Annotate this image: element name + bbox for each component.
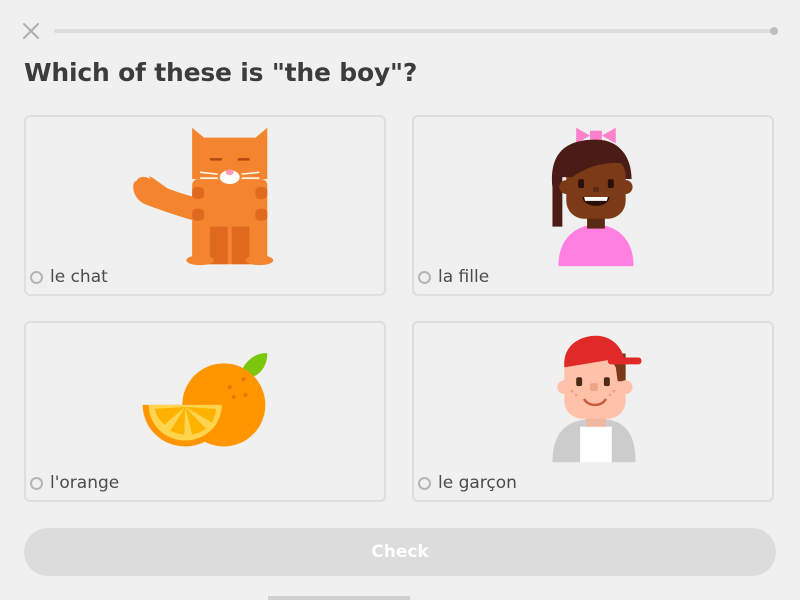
progress-end-dot: [770, 27, 778, 35]
radio-button[interactable]: [418, 270, 431, 284]
lesson-progress-bar: [54, 27, 778, 35]
radio-button[interactable]: [418, 476, 431, 490]
radio-button[interactable]: [30, 476, 43, 490]
girl-illustration: [552, 127, 634, 267]
radio-button[interactable]: [30, 270, 43, 284]
orange-illustration: [142, 353, 268, 447]
option-label: l'orange: [50, 473, 120, 493]
option-label: le chat: [50, 267, 108, 287]
question-prompt: Which of these is "the boy"?: [24, 58, 418, 87]
boy-illustration: [552, 335, 642, 463]
close-icon: [23, 23, 39, 39]
choice-card-cat[interactable]: le chat: [24, 115, 386, 296]
choice-card-girl[interactable]: la fille: [412, 115, 774, 296]
choice-card-boy[interactable]: le garçon: [412, 321, 774, 502]
check-button[interactable]: Check: [24, 528, 776, 576]
choice-card-orange[interactable]: l'orange: [24, 321, 386, 502]
option-label: la fille: [438, 267, 490, 287]
footer-strip: [268, 596, 410, 600]
cat-illustration: [133, 127, 274, 266]
close-button[interactable]: [20, 20, 42, 42]
option-label: le garçon: [438, 473, 517, 493]
